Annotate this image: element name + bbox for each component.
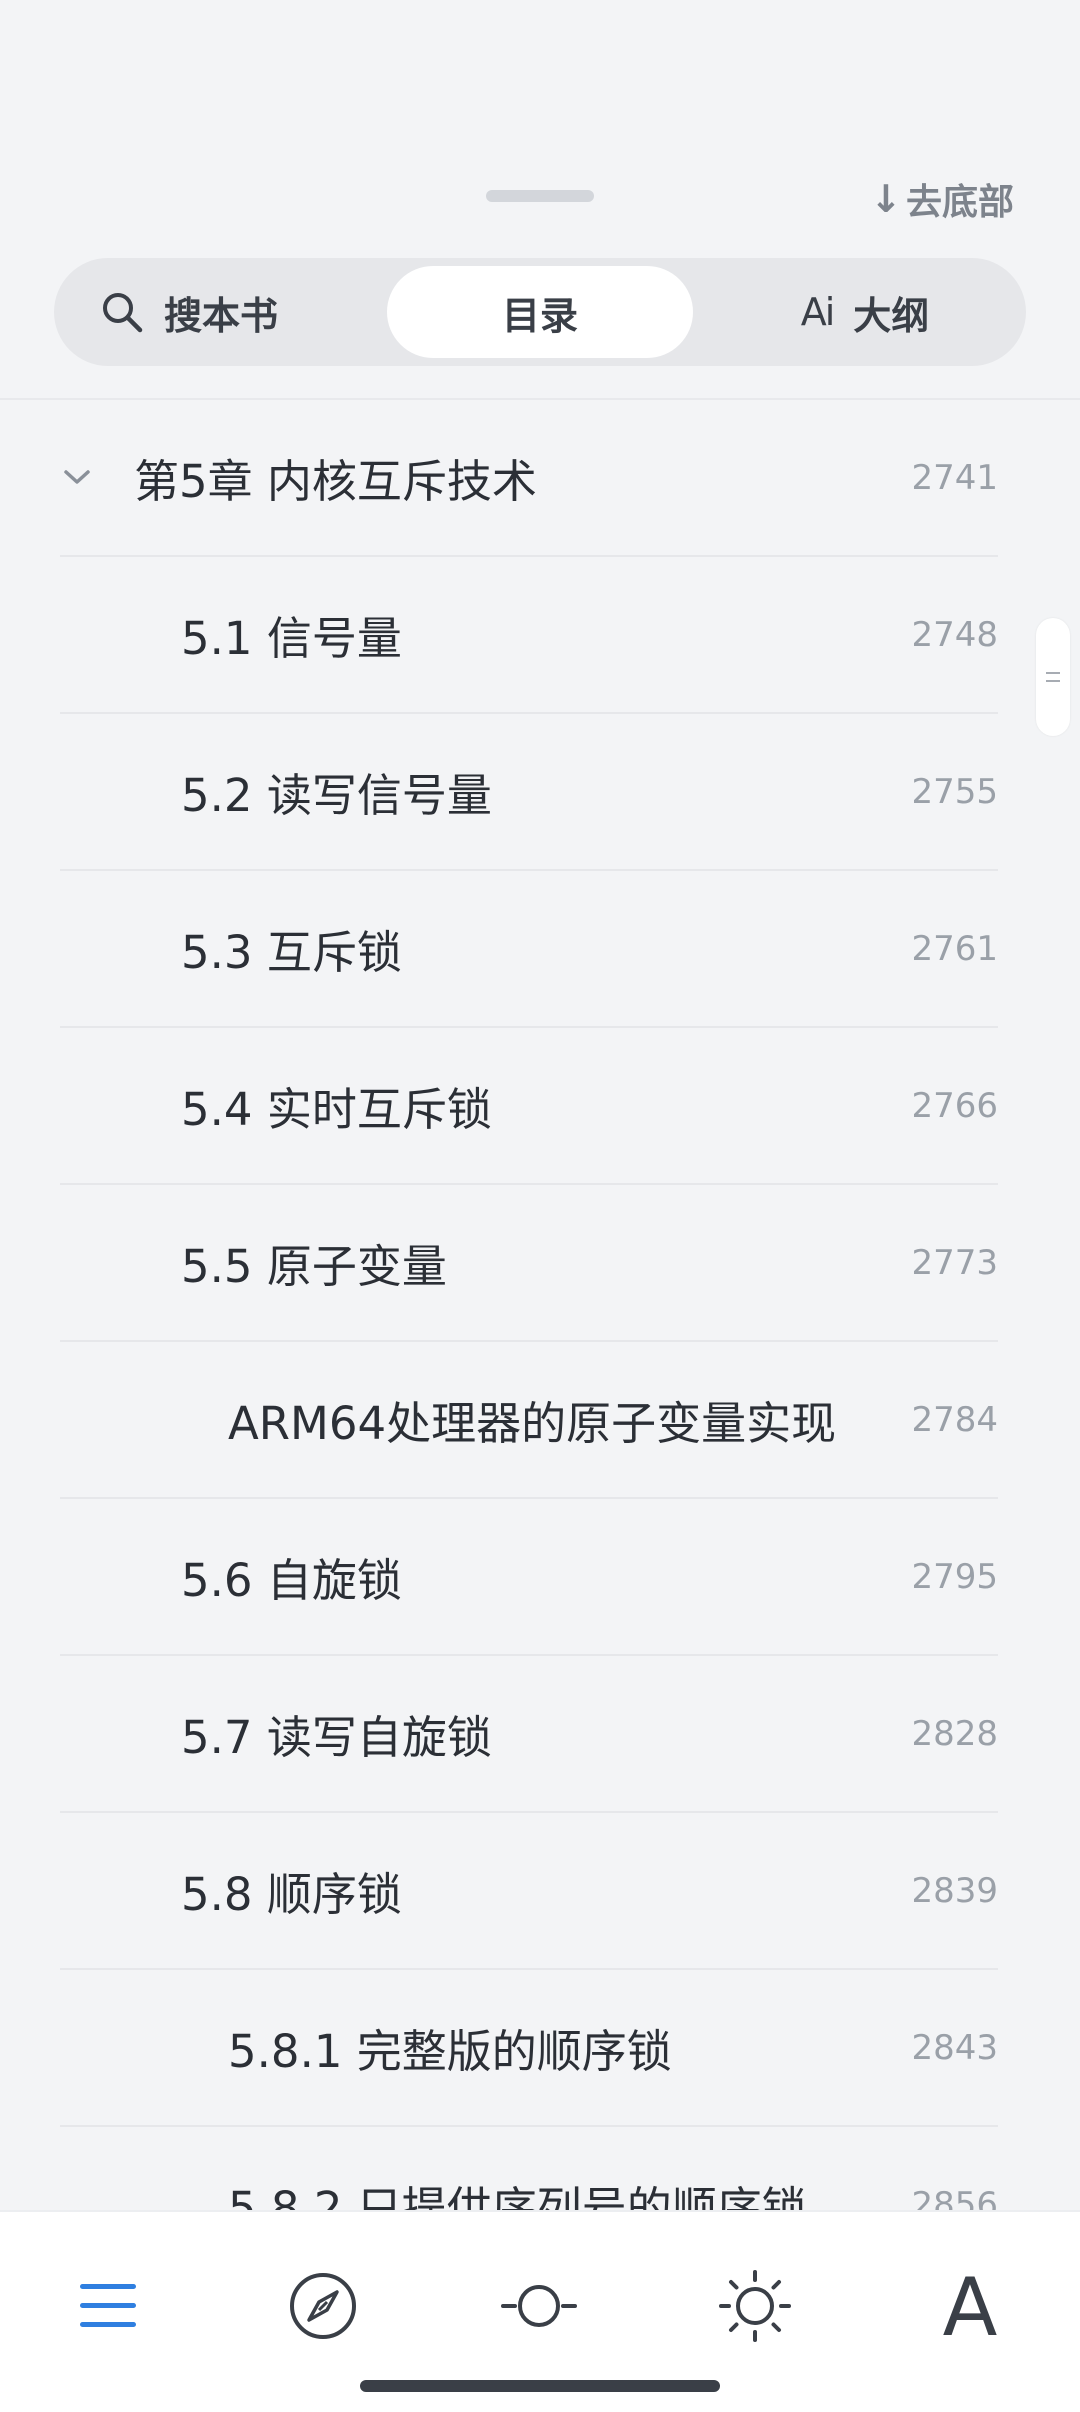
sheet-drag-handle[interactable] (486, 190, 594, 202)
toc-row-title: 5.8.1 完整版的顺序锁 (228, 2025, 672, 2078)
go-to-bottom-label: 去底部 (905, 182, 1014, 223)
toc-row[interactable]: 5.1 信号量 2748 (60, 557, 998, 714)
toc-menu-button[interactable] (58, 2258, 158, 2358)
font-icon: A (942, 2261, 998, 2354)
toc-row-chapter-5[interactable]: 第5章 内核互斥技术 2741 (60, 400, 998, 557)
toc-row[interactable]: 5.4 实时互斥锁 2766 (60, 1028, 998, 1185)
toc-list[interactable]: 第5章 内核互斥技术 2741 5.1 信号量 2748 5.2 读写信号量 2… (0, 400, 1080, 2210)
toc-row-title: 5.4 实时互斥锁 (181, 1083, 492, 1136)
toc-row-title: 5.2 读写信号量 (181, 769, 492, 822)
go-to-bottom-button[interactable]: ↓ 去底部 (870, 172, 1014, 226)
toc-row-title: 第5章 内核互斥技术 (134, 455, 537, 508)
home-indicator[interactable] (360, 2380, 720, 2392)
toc-row-title: 5.1 信号量 (181, 612, 402, 665)
toc-row-title: ARM64处理器的原子变量实现 (228, 1397, 837, 1450)
menu-icon (76, 2278, 140, 2338)
toc-row-title: 5.8.2 只提供序列号的顺序锁 (228, 2182, 807, 2210)
brightness-icon (717, 2268, 793, 2348)
compass-icon (287, 2270, 359, 2346)
progress-slider-icon (499, 2276, 579, 2340)
page-progress-button[interactable] (489, 2258, 589, 2358)
tab-outline-label: 大纲 (853, 293, 930, 338)
brightness-button[interactable] (705, 2258, 805, 2358)
ai-outline-icon: Ai (800, 290, 836, 334)
toc-tab-bar: 搜本书 目录 Ai 大纲 (54, 258, 1026, 366)
tab-toc[interactable]: 目录 (387, 266, 693, 358)
tab-toc-label: 目录 (501, 293, 578, 338)
progress-button[interactable] (273, 2258, 373, 2358)
toc-row-page: 2766 (911, 1085, 998, 1126)
toc-row-title: 5.8 顺序锁 (181, 1868, 402, 1921)
chevron-down-icon[interactable] (60, 466, 94, 494)
toc-row[interactable]: ARM64处理器的原子变量实现 2784 (60, 1342, 998, 1499)
toc-row-title: 5.6 自旋锁 (181, 1554, 402, 1607)
toc-row-page: 2761 (911, 928, 998, 969)
toc-row[interactable]: 5.6 自旋锁 2795 (60, 1499, 998, 1656)
toc-row-page: 2784 (911, 1399, 998, 1440)
arrow-down-icon: ↓ (870, 177, 902, 221)
toc-row-page: 2856 (911, 2184, 998, 2211)
search-icon (100, 290, 144, 334)
toc-row[interactable]: 5.8.2 只提供序列号的顺序锁 2856 (60, 2127, 998, 2210)
font-settings-button[interactable]: A (920, 2258, 1020, 2358)
toc-row-title: 5.5 原子变量 (181, 1240, 447, 1293)
toc-row-page: 2755 (911, 771, 998, 812)
toc-row[interactable]: 5.8.1 完整版的顺序锁 2843 (60, 1970, 998, 2127)
toc-row-title: 5.3 互斥锁 (181, 926, 402, 979)
toc-screen: ↓ 去底部 搜本书 目录 Ai 大纲 第5章 内核互斥技术 2741 5.1 信… (0, 0, 1080, 2412)
toc-row-page: 2795 (911, 1556, 998, 1597)
tab-outline[interactable]: Ai 大纲 (712, 266, 1018, 358)
toc-row[interactable]: 5.2 读写信号量 2755 (60, 714, 998, 871)
toc-row-page: 2773 (911, 1242, 998, 1283)
toc-row[interactable]: 5.3 互斥锁 2761 (60, 871, 998, 1028)
toc-row-page: 2839 (911, 1870, 998, 1911)
tab-search-label: 搜本书 (164, 293, 279, 338)
toc-row-title: 5.7 读写自旋锁 (181, 1711, 492, 1764)
toc-row[interactable]: 5.5 原子变量 2773 (60, 1185, 998, 1342)
scrollbar-thumb[interactable] (1036, 618, 1070, 736)
grip-line (1046, 672, 1060, 674)
toc-row-page: 2828 (911, 1713, 998, 1754)
toc-row-page: 2748 (911, 614, 998, 655)
grip-line (1046, 680, 1060, 682)
tab-search-book[interactable]: 搜本书 (62, 266, 368, 358)
toc-row[interactable]: 5.8 顺序锁 2839 (60, 1813, 998, 1970)
toc-row[interactable]: 5.7 读写自旋锁 2828 (60, 1656, 998, 1813)
toc-row-page: 2843 (911, 2027, 998, 2068)
toc-row-page: 2741 (911, 457, 998, 498)
